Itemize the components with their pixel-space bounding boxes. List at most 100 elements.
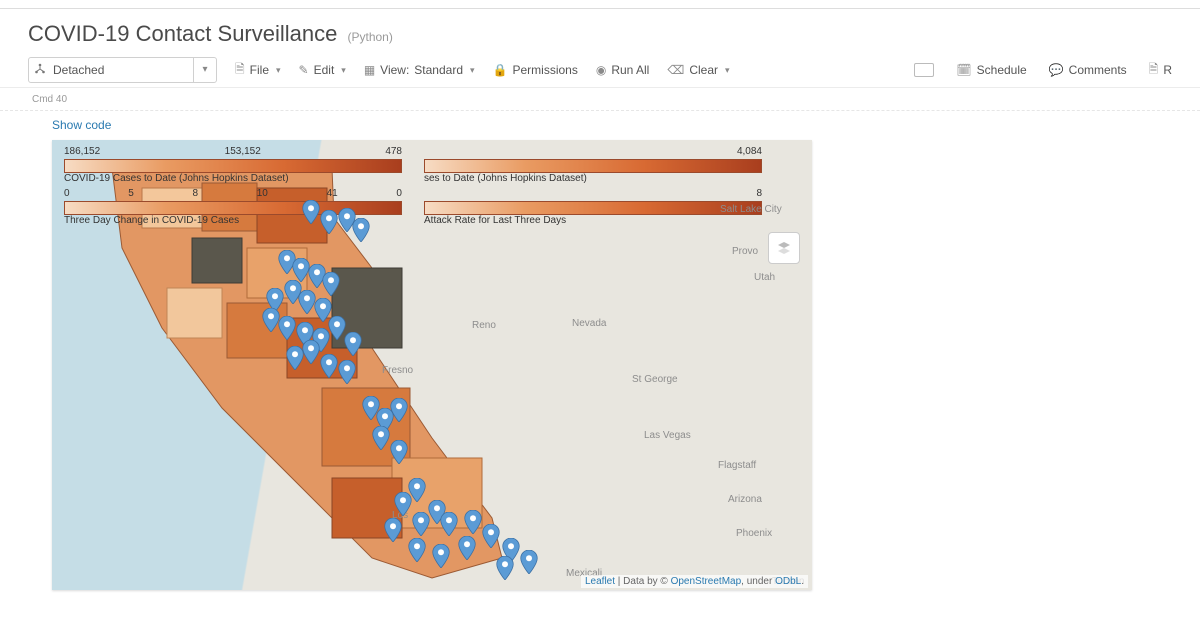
comments-label: Comments xyxy=(1069,63,1127,77)
map-marker[interactable] xyxy=(502,538,520,556)
city-label: Provo xyxy=(732,246,758,257)
city-label: Fresno xyxy=(382,365,413,376)
legend-tick: 0 xyxy=(64,188,70,199)
map-marker[interactable] xyxy=(286,346,304,364)
rev-label: R xyxy=(1163,63,1172,77)
chevron-down-icon: ▾ xyxy=(276,65,281,76)
legend-tick: 5 xyxy=(128,188,134,199)
map-marker[interactable] xyxy=(314,298,332,316)
file-label: File xyxy=(250,63,269,77)
map-marker[interactable] xyxy=(320,210,338,228)
view-mode: Standard xyxy=(414,63,463,77)
keyboard-icon[interactable] xyxy=(914,63,934,77)
city-label: Phoenix xyxy=(736,528,772,539)
chevron-down-icon: ▾ xyxy=(470,65,475,76)
city-label: Arizona xyxy=(728,494,762,505)
revision-button[interactable]: 🗎 R xyxy=(1149,60,1172,81)
map-marker[interactable] xyxy=(320,354,338,372)
map-marker[interactable] xyxy=(338,360,356,378)
permissions-label: Permissions xyxy=(512,63,577,77)
map-marker[interactable] xyxy=(464,510,482,528)
legend-label: ses to Date (Johns Hopkins Dataset) xyxy=(424,173,762,184)
play-icon: ◉ xyxy=(596,63,606,77)
map-attribution: Leaflet | Data by © OpenStreetMap, under… xyxy=(581,575,808,588)
schedule-button[interactable]: 🗓 Schedule xyxy=(956,63,1026,77)
city-label: St George xyxy=(632,374,678,385)
map-marker[interactable] xyxy=(482,524,500,542)
osm-link[interactable]: OpenStreetMap xyxy=(671,576,742,587)
edit-menu[interactable]: ✎ Edit ▾ xyxy=(299,63,346,77)
cell-header: Cmd 40 xyxy=(0,88,1200,111)
map-marker[interactable] xyxy=(352,218,370,236)
run-all-label: Run All xyxy=(611,63,649,77)
city-label: Flagstaff xyxy=(718,460,756,471)
map-marker[interactable] xyxy=(496,556,514,574)
legend-label: Attack Rate for Last Three Days xyxy=(424,215,762,226)
city-label: Las Vegas xyxy=(644,430,691,441)
view-prefix: View: xyxy=(380,63,409,77)
map-marker[interactable] xyxy=(412,512,430,530)
map-marker[interactable] xyxy=(302,200,320,218)
map-marker[interactable] xyxy=(458,536,476,554)
view-menu[interactable]: ▦ View: Standard ▾ xyxy=(364,63,475,77)
map-marker[interactable] xyxy=(302,340,320,358)
legend-tick: 153,152 xyxy=(225,146,261,157)
map-marker[interactable] xyxy=(372,426,390,444)
legend-tick: 478 xyxy=(385,146,402,157)
schedule-label: Schedule xyxy=(977,63,1027,77)
legend-tick: 0 xyxy=(396,188,402,199)
clear-menu[interactable]: ⌫ Clear ▾ xyxy=(667,63,729,77)
city-label: Salt Lake City xyxy=(720,204,782,215)
clear-label: Clear xyxy=(689,63,718,77)
city-label: Reno xyxy=(472,320,496,331)
notebook-title: COVID-19 Contact Surveillance (Python) xyxy=(0,9,1200,53)
map-marker[interactable] xyxy=(278,316,296,334)
map-marker[interactable] xyxy=(520,550,538,568)
file-icon: 🗎 xyxy=(1149,60,1159,81)
map-marker[interactable] xyxy=(390,398,408,416)
chevron-down-icon: ▾ xyxy=(725,65,730,76)
layers-control[interactable] xyxy=(768,232,800,264)
map-output[interactable]: 186,152 153,152 478 COVID-19 Cases to Da… xyxy=(52,140,812,590)
show-code-link[interactable]: Show code xyxy=(52,118,111,132)
leaflet-link[interactable]: Leaflet xyxy=(585,576,615,587)
legend-label: COVID-19 Cases to Date (Johns Hopkins Da… xyxy=(64,173,402,184)
legend-tick: 8 xyxy=(756,188,762,199)
calendar-icon: 🗓 xyxy=(956,63,971,77)
map-marker[interactable] xyxy=(394,492,412,510)
legend-tick: 186,152 xyxy=(64,146,100,157)
odbl-link[interactable]: ODbL xyxy=(775,576,801,587)
cluster-state-label: Detached xyxy=(51,63,193,77)
comments-icon: 💬 xyxy=(1049,63,1064,77)
run-all-button[interactable]: ◉ Run All xyxy=(596,63,650,77)
cluster-icon xyxy=(29,63,51,78)
map-legend: 186,152 153,152 478 COVID-19 Cases to Da… xyxy=(64,146,762,230)
cmd-label: Cmd 40 xyxy=(32,94,67,105)
map-marker[interactable] xyxy=(266,288,284,306)
pencil-icon: ✎ xyxy=(299,63,309,77)
map-marker[interactable] xyxy=(432,544,450,562)
city-label: Utah xyxy=(754,272,775,283)
map-marker[interactable] xyxy=(408,538,426,556)
permissions-button[interactable]: 🔒 Permissions xyxy=(493,63,578,77)
chevron-down-icon: ▾ xyxy=(341,65,346,76)
map-marker[interactable] xyxy=(384,518,402,536)
city-label: Nevada xyxy=(572,318,606,329)
file-menu[interactable]: 🗎 File ▾ xyxy=(235,60,281,81)
comments-button[interactable]: 💬 Comments xyxy=(1049,63,1127,77)
chevron-down-icon: ▾ xyxy=(193,58,216,82)
map-marker[interactable] xyxy=(390,440,408,458)
legend-tick: 10 xyxy=(257,188,268,199)
grid-icon: ▦ xyxy=(364,63,375,77)
map-marker[interactable] xyxy=(322,272,340,290)
toolbar: Detached ▾ 🗎 File ▾ ✎ Edit ▾ ▦ View: Sta… xyxy=(0,53,1200,88)
map-marker[interactable] xyxy=(440,512,458,530)
map-marker[interactable] xyxy=(344,332,362,350)
cluster-selector[interactable]: Detached ▾ xyxy=(28,57,217,83)
file-icon: 🗎 xyxy=(235,60,245,81)
legend-tick: 4,084 xyxy=(737,146,762,157)
legend-tick: 41 xyxy=(327,188,338,199)
title-text: COVID-19 Contact Surveillance xyxy=(28,21,337,46)
language-tag: (Python) xyxy=(347,30,392,44)
eraser-icon: ⌫ xyxy=(667,63,684,77)
